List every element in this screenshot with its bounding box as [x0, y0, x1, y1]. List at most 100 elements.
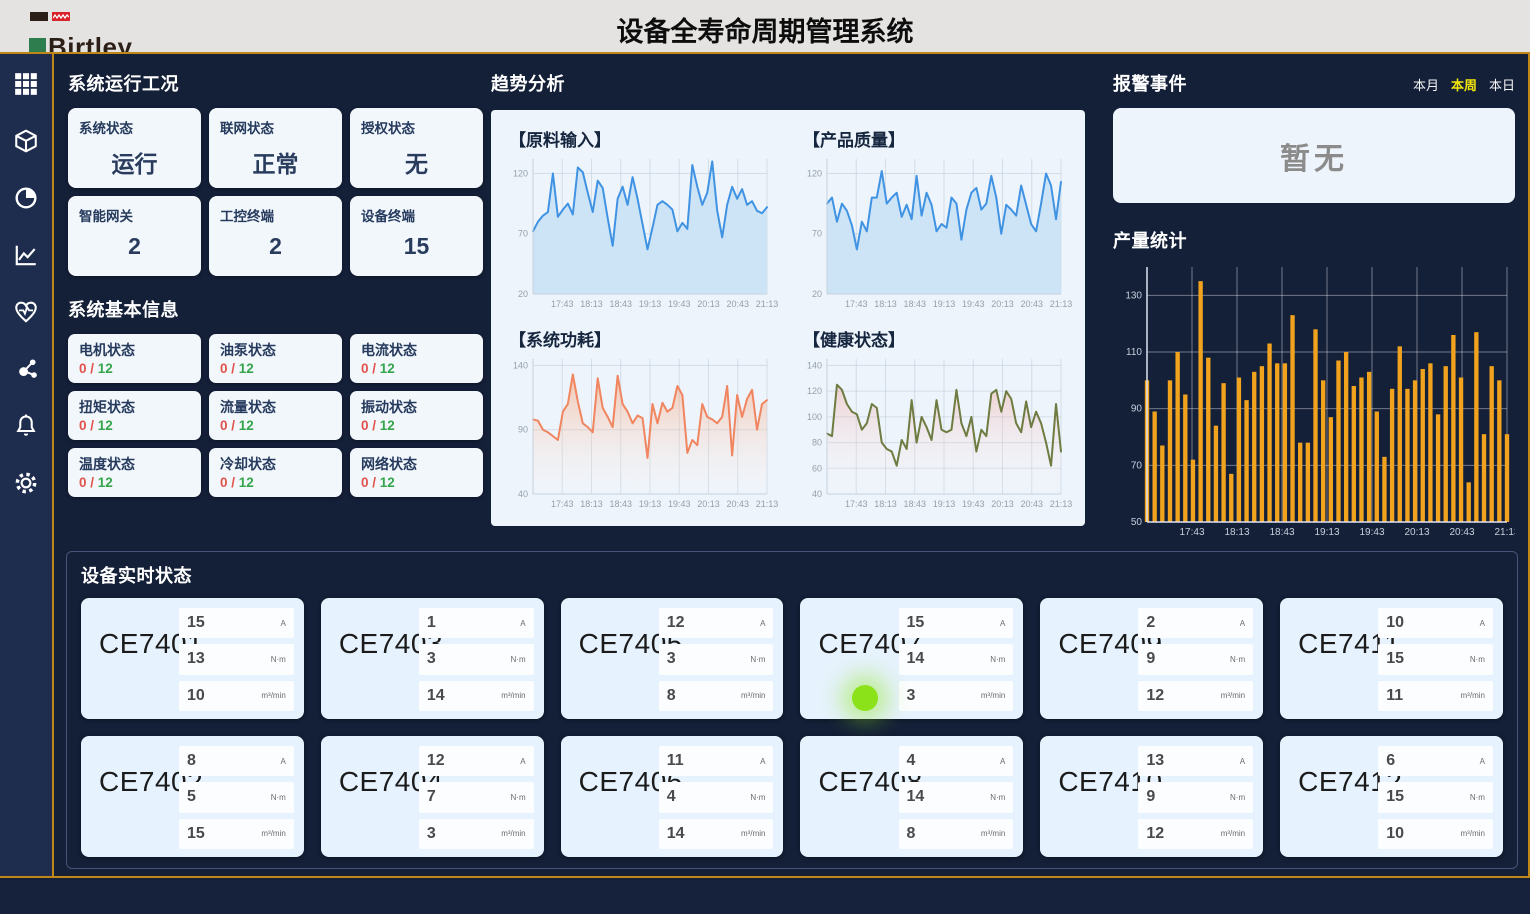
cube-icon[interactable] [12, 127, 40, 155]
svg-text:140: 140 [513, 360, 528, 370]
info-card-label: 振动状态 [361, 397, 472, 417]
device-card[interactable]: CE7410 13A 9N·m 12m³/min [1040, 736, 1263, 857]
info-card: 油泵状态 0 / 12 [209, 334, 342, 383]
alarm-tab[interactable]: 本月 [1413, 75, 1439, 94]
svg-text:40: 40 [812, 489, 822, 499]
status-card-label: 系统状态 [79, 117, 190, 137]
svg-text:18:43: 18:43 [1269, 527, 1294, 538]
molecule-icon[interactable] [12, 355, 40, 383]
info-card-counts: 0 / 12 [220, 361, 331, 376]
svg-text:19:43: 19:43 [1359, 527, 1384, 538]
device-card[interactable]: CE7402 8A 5N·m 15m³/min [81, 736, 304, 857]
device-torque-row: 3N·m [419, 644, 534, 674]
device-card[interactable]: CE7401 15A 13N·m 10m³/min [81, 598, 304, 719]
device-unit: N·m [750, 655, 765, 664]
settings-gear-icon[interactable] [12, 469, 40, 497]
alarm-tab[interactable]: 本日 [1489, 75, 1515, 94]
health-chart: 40608010012014017:4318:1318:4319:1319:43… [797, 353, 1073, 511]
device-unit: N·m [1230, 793, 1245, 802]
svg-text:20:43: 20:43 [1020, 499, 1043, 509]
device-unit: N·m [271, 793, 286, 802]
device-current-row: 6A [1378, 746, 1493, 776]
device-card[interactable]: CE7408 4A 14N·m 8m³/min [800, 736, 1023, 857]
device-current-row: 12A [419, 746, 534, 776]
info-card-counts: 0 / 12 [79, 475, 190, 490]
device-card[interactable]: CE7403 1A 3N·m 14m³/min [321, 598, 544, 719]
device-unit: N·m [1470, 793, 1485, 802]
info-card: 电机状态 0 / 12 [68, 334, 201, 383]
svg-text:20:43: 20:43 [726, 499, 749, 509]
alarm-tabs: 本月 本周 本日 [1413, 75, 1515, 94]
device-card[interactable]: CE7412 6A 15N·m 10m³/min [1280, 736, 1503, 857]
info-card: 冷却状态 0 / 12 [209, 448, 342, 497]
status-card: 联网状态 正常 [209, 108, 342, 188]
device-name: CE7405 [561, 598, 659, 719]
status-card-value: 正常 [220, 145, 331, 179]
device-values: 6A 15N·m 10m³/min [1378, 736, 1503, 857]
status-card-value: 2 [220, 233, 331, 260]
device-value: 15 [187, 825, 205, 843]
device-unit: N·m [1470, 655, 1485, 664]
device-flow-row: 10m³/min [1378, 819, 1493, 849]
svg-text:21:13: 21:13 [1050, 499, 1073, 509]
device-unit: m³/min [1221, 691, 1245, 700]
dashboard: Birtley 设备全寿命周期管理系统 [0, 0, 1530, 914]
svg-text:130: 130 [1125, 290, 1142, 301]
svg-text:17:43: 17:43 [845, 499, 868, 509]
trend-title: 趋势分析 [491, 70, 1091, 96]
device-value: 10 [1386, 825, 1404, 843]
product-quality-chart: 207012017:4318:1318:4319:1319:4320:1320:… [797, 153, 1073, 311]
device-current-row: 12 A [659, 608, 774, 638]
device-unit: A [760, 619, 765, 628]
system-info-grid: 电机状态 0 / 12 油泵状态 0 / 12 电流状态 0 / 12 扭矩状态… [68, 334, 483, 497]
device-unit: A [1480, 619, 1485, 628]
device-name: CE7403 [321, 598, 419, 719]
device-value: 15 [907, 614, 925, 632]
device-unit: N·m [990, 793, 1005, 802]
info-card: 网络状态 0 / 12 [350, 448, 483, 497]
device-current-row: 15A [179, 608, 294, 638]
device-name: CE7410 [1040, 736, 1138, 857]
alarm-tab[interactable]: 本周 [1451, 75, 1477, 94]
svg-text:18:43: 18:43 [903, 299, 926, 309]
svg-text:18:43: 18:43 [609, 299, 632, 309]
device-flow-row: 14m³/min [419, 681, 534, 711]
device-card[interactable]: CE7404 12A 7N·m 3m³/min [321, 736, 544, 857]
svg-text:19:43: 19:43 [668, 299, 691, 309]
svg-text:20: 20 [518, 289, 528, 299]
device-value: 12 [667, 614, 685, 632]
device-value: 8 [187, 752, 196, 770]
trend-cell-health: 【健康状态】 40608010012014017:4318:1318:4319:… [797, 318, 1073, 518]
device-card[interactable]: CE7405 12A 3N·m 8m³/min [561, 598, 784, 719]
svg-text:50: 50 [1131, 517, 1143, 528]
device-value: 14 [907, 650, 925, 668]
device-unit: A [1240, 757, 1245, 766]
device-value: 12 [427, 752, 445, 770]
status-card-label: 智能网关 [79, 205, 190, 225]
device-values: 12A 7N·m 3m³/min [419, 736, 544, 857]
pie-chart-icon[interactable] [12, 184, 40, 212]
grid-icon[interactable] [12, 70, 40, 98]
device-name: CE7409 [1040, 598, 1138, 719]
svg-text:19:13: 19:13 [639, 299, 662, 309]
device-unit: N·m [271, 655, 286, 664]
device-torque-row: 15N·m [1378, 782, 1493, 812]
device-value: 3 [907, 687, 916, 705]
info-card-label: 流量状态 [220, 397, 331, 417]
device-card[interactable]: CE7407 15A 14N·m 3m³/min [800, 598, 1023, 719]
device-unit: m³/min [501, 829, 525, 838]
device-values: 15A 13N·m 10m³/min [179, 598, 304, 719]
svg-text:70: 70 [518, 229, 528, 239]
health-pulse-icon[interactable] [12, 298, 40, 326]
bell-icon[interactable] [12, 412, 40, 440]
device-card[interactable]: CE7406 11A 4N·m 14m³/min [561, 736, 784, 857]
device-card[interactable]: CE7409 2A 9N·m 12m³/min [1040, 598, 1263, 719]
svg-text:18:43: 18:43 [609, 499, 632, 509]
device-card[interactable]: CE7411 10A 15N·m 11m³/min [1280, 598, 1503, 719]
svg-text:20:13: 20:13 [1404, 527, 1429, 538]
trend-cell-raw-material: 【原料输入】 207012017:4318:1318:4319:1319:432… [503, 118, 779, 318]
system-info-title: 系统基本信息 [68, 296, 483, 322]
info-card-counts: 0 / 12 [220, 475, 331, 490]
device-value: 13 [187, 650, 205, 668]
line-chart-icon[interactable] [12, 241, 40, 269]
